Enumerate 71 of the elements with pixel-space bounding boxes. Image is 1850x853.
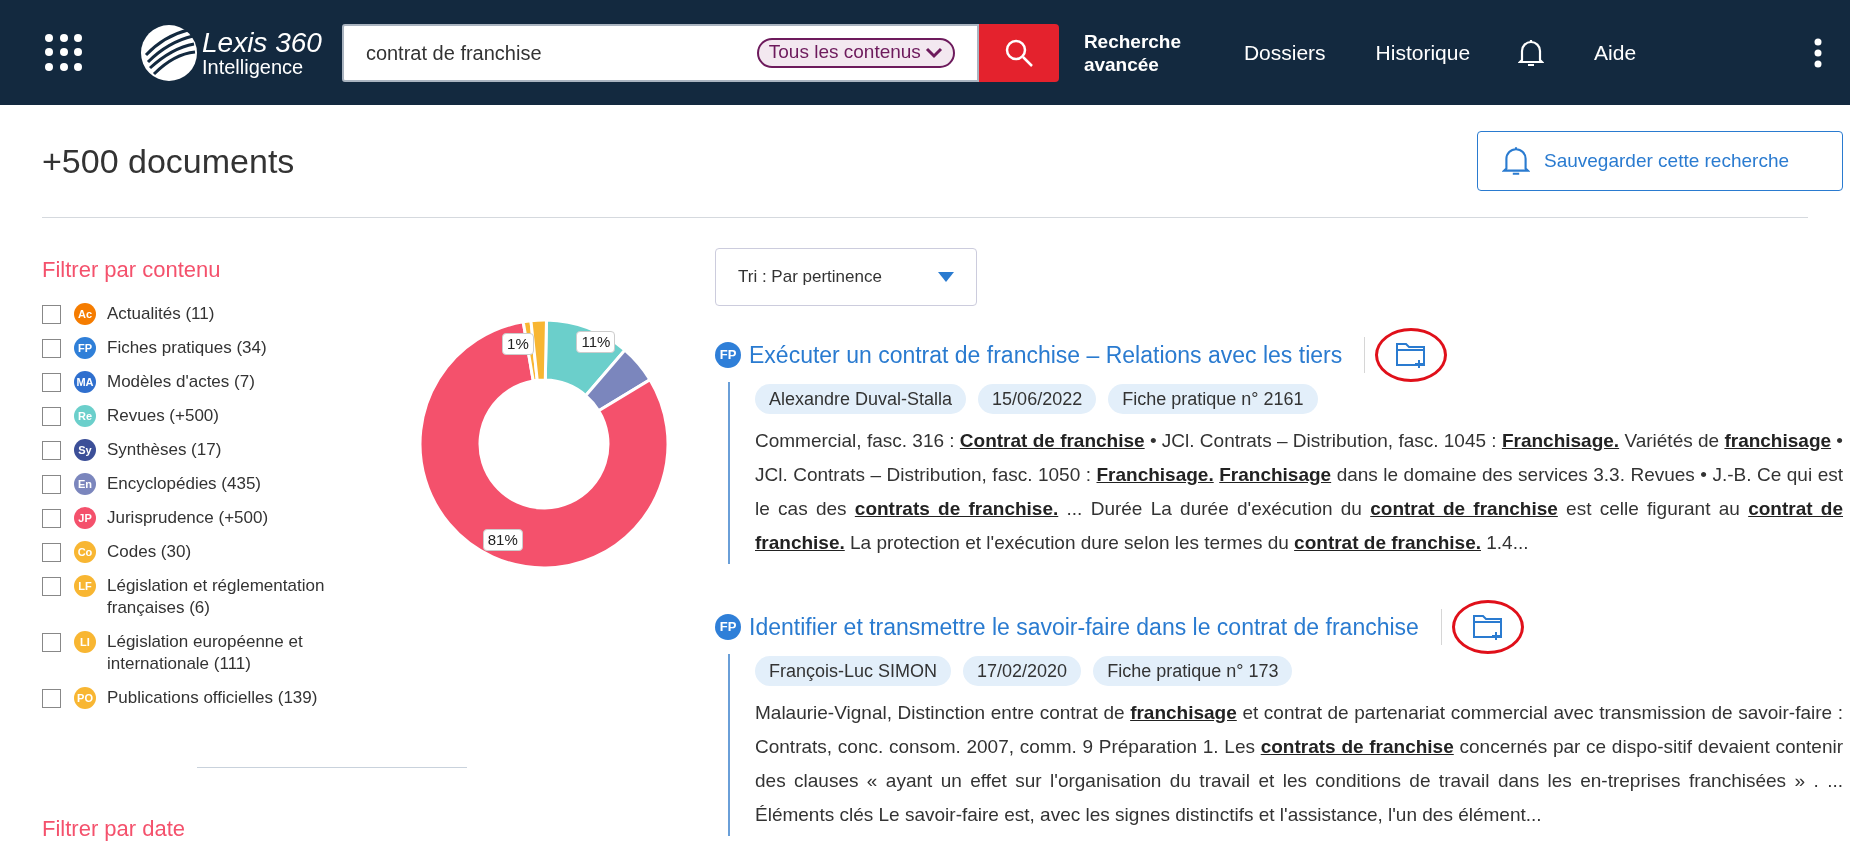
logo-name: Lexis 360 bbox=[202, 28, 322, 57]
filter-checkbox[interactable] bbox=[42, 373, 61, 392]
filter-heading: Filtrer par date bbox=[42, 815, 187, 843]
content-type-badge: Sy bbox=[74, 439, 96, 461]
nav-link[interactable]: Aide bbox=[1594, 36, 1637, 69]
metadata-tag: Fiche pratique n° 173 bbox=[1093, 656, 1293, 686]
result-title-link[interactable]: Identifier et transmettre le savoir-faire dans le contrat de franchise bbox=[749, 609, 1419, 645]
content-type-badge: LI bbox=[74, 631, 96, 653]
chevron-down-icon bbox=[924, 46, 943, 59]
metadata-tag: François-Luc SIMON bbox=[755, 656, 952, 686]
bell-icon bbox=[1502, 145, 1530, 177]
content-type-badge: Re bbox=[74, 405, 96, 427]
nav-link[interactable]: Historique bbox=[1375, 36, 1471, 69]
filter-label[interactable]: Législation et réglementation françaises (6) bbox=[107, 575, 352, 619]
filter-label[interactable]: Revues (+500) bbox=[107, 405, 219, 427]
search-button[interactable] bbox=[978, 23, 1059, 82]
filter-label[interactable]: Fiches pratiques (34) bbox=[107, 337, 267, 359]
filter-checkbox[interactable] bbox=[42, 509, 61, 528]
filter-label[interactable]: Législation européenne et internationale (111) bbox=[107, 631, 352, 675]
metadata-tag: Alexandre Duval-Stalla bbox=[755, 384, 967, 414]
search-icon bbox=[1003, 37, 1034, 68]
metadata-tag: 17/02/2020 bbox=[963, 656, 1082, 686]
logo-subtitle: Intelligence bbox=[202, 56, 305, 77]
notifications-button[interactable] bbox=[1518, 37, 1545, 68]
content-type-badge: JP bbox=[74, 507, 96, 529]
content-type-badge: MA bbox=[74, 371, 96, 393]
result-snippet: Commercial, fasc. 316 : Contrat de franchise • JCl. Contrats – Distribution, fasc. 1045 : Franchisage. Variétés de franchisage • JCl. Contrats – Distribution, fasc. 1050 : Franchisage. Franchisage dans le domaine des services 3.3. Revues • J.-B. Ce qui est le cas des contrats de franchise. ... Durée La durée d'exécution du contrat de franchise est celle figurant au contrat de franchise. La protection et l'exécution dure selon les termes du contrat de franchise. 1.4... bbox=[755, 429, 1843, 555]
filter-checkbox[interactable] bbox=[42, 407, 61, 426]
search-field[interactable]: contrat de franchise Tous les contenus bbox=[341, 23, 979, 82]
sort-dropdown[interactable]: Tri : Par pertinence bbox=[715, 248, 977, 306]
filter-checkbox[interactable] bbox=[42, 339, 61, 358]
filter-checkbox[interactable] bbox=[42, 633, 61, 652]
filter-label[interactable]: Codes (30) bbox=[107, 541, 192, 563]
content-type-badge: LF bbox=[74, 575, 96, 597]
nav-link[interactable]: Dossiers bbox=[1243, 36, 1326, 69]
folder-plus-icon bbox=[1471, 612, 1504, 642]
filter-checkbox[interactable] bbox=[42, 305, 61, 324]
filter-checkbox[interactable] bbox=[42, 441, 61, 460]
content-type-badge: En bbox=[74, 473, 96, 495]
save-search-button[interactable]: Sauvegarder cette recherche bbox=[1477, 131, 1843, 191]
filter-label[interactable]: Actualités (11) bbox=[107, 303, 215, 325]
scope-dropdown[interactable]: Tous les contenus bbox=[756, 37, 955, 68]
content-type-badge: Ac bbox=[74, 303, 96, 325]
content-type-badge: FP bbox=[74, 337, 96, 359]
filter-checkbox[interactable] bbox=[42, 689, 61, 708]
filter-label[interactable]: Publications officielles (139) bbox=[107, 687, 318, 709]
filter-label[interactable]: Synthèses (17) bbox=[107, 439, 222, 461]
bell-icon bbox=[1518, 37, 1545, 68]
folder-plus-icon bbox=[1395, 340, 1428, 370]
filter-checkbox[interactable] bbox=[42, 543, 61, 562]
slice-label: 11% bbox=[576, 330, 616, 353]
nav-link[interactable]: Recherche avancée bbox=[1083, 29, 1194, 76]
metadata-tag: 15/06/2022 bbox=[978, 384, 1097, 414]
content-type-badge: Co bbox=[74, 541, 96, 563]
filter-heading: Filtrer par contenu bbox=[42, 256, 222, 284]
content-type-badge: FP bbox=[715, 614, 741, 640]
content-type-badge: PO bbox=[74, 687, 96, 709]
filter-label[interactable]: Jurisprudence (+500) bbox=[107, 507, 269, 529]
metadata-tag: Fiche pratique n° 2161 bbox=[1108, 384, 1318, 414]
slice-label: 1% bbox=[502, 332, 534, 355]
filter-checkbox[interactable] bbox=[42, 475, 61, 494]
results-count: +500 documents bbox=[42, 140, 295, 182]
filter-label[interactable]: Encyclopédies (435) bbox=[107, 473, 262, 495]
filter-label[interactable]: Modèles d'actes (7) bbox=[107, 371, 255, 393]
content-type-badge: FP bbox=[715, 342, 741, 368]
filter-checkbox[interactable] bbox=[42, 577, 61, 596]
result-title-link[interactable]: Exécuter un contrat de franchise – Relations avec les tiers bbox=[749, 337, 1343, 373]
more-button[interactable] bbox=[1814, 37, 1822, 68]
caret-down-icon bbox=[938, 272, 954, 282]
more-vertical-icon bbox=[1814, 37, 1822, 68]
result-snippet: Malaurie-Vignal, Distinction entre contrat de franchisage et contrat de partenariat commercial avec transmission de savoir-faire : Contrats, conc. consom. 2007, comm. 9 Préparation 1. Les contrats de franchise concernés par ce dispo-sitif devaient contenir des clauses « ayant un effet sur l'organisation du travail et les conditions de travail dans les en-treprises franchisées » . ... Éléments clés Le savoir-faire est, avec les signes distinctifs et l'assistance, l'un des élément... bbox=[755, 701, 1843, 827]
